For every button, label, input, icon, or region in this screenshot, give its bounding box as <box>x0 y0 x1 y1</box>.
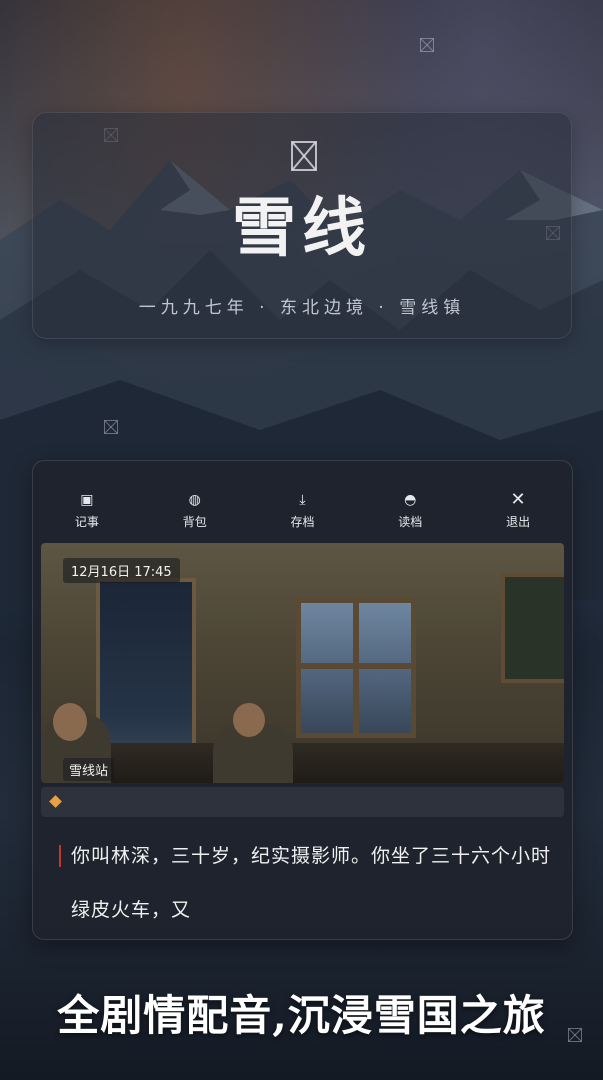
notebook-icon: ▣ <box>80 492 94 508</box>
scene-window <box>296 598 416 738</box>
crossed-box-icon <box>291 141 317 171</box>
close-icon: ✕ <box>510 489 526 510</box>
scene-timestamp: 12月16日 17:45 <box>63 558 180 583</box>
game-subtitle: 一九九七年 · 东北边境 · 雪线镇 <box>138 298 466 318</box>
dialogue-box[interactable]: 你叫林深，三十岁，纪实摄影师。你坐了三十六个小时绿皮火车，又 <box>41 831 564 931</box>
tool-label: 背包 <box>182 515 207 529</box>
tool-label: 存档 <box>290 515 315 529</box>
diamond-icon <box>49 795 62 808</box>
notebook-button[interactable]: ▣ 记事 <box>33 491 141 537</box>
scene-floor <box>41 743 564 783</box>
game-panel: ▣ 记事 ◍ 背包 ⤓ 存档 ◓ 读档 ✕ 退出 12月16日 17:45 雪线… <box>32 460 573 940</box>
save-button[interactable]: ⤓ 存档 <box>249 491 357 537</box>
app-screen: 雪线 一九九七年 · 东北边境 · 雪线镇 ▣ 记事 ◍ 背包 ⤓ 存档 ◓ 读… <box>0 0 603 1080</box>
deco-x-icon <box>104 420 118 434</box>
save-download-icon: ⤓ <box>299 492 306 508</box>
tool-label: 退出 <box>506 515 531 529</box>
toolbar: ▣ 记事 ◍ 背包 ⤓ 存档 ◓ 读档 ✕ 退出 <box>33 491 572 537</box>
promo-tagline: 全剧情配音,沉浸雪国之旅 <box>57 991 546 1040</box>
scene-person-head <box>233 703 265 737</box>
deco-x-icon <box>420 38 434 52</box>
dialogue-marker <box>59 845 61 867</box>
speaker-name-bar <box>41 787 564 817</box>
tool-label: 读档 <box>398 515 423 529</box>
scene-person-head <box>53 703 87 741</box>
scene-location: 雪线站 <box>63 758 115 781</box>
tool-label: 记事 <box>74 515 99 529</box>
load-icon: ◓ <box>404 492 417 508</box>
title-panel: 雪线 一九九七年 · 东北边境 · 雪线镇 <box>32 112 572 339</box>
backpack-icon: ◍ <box>188 492 201 508</box>
backpack-button[interactable]: ◍ 背包 <box>141 491 249 537</box>
load-button[interactable]: ◓ 读档 <box>356 491 464 537</box>
scene-schedule-board <box>501 573 564 683</box>
game-title: 雪线 <box>232 191 372 266</box>
exit-button[interactable]: ✕ 退出 <box>464 491 572 537</box>
dialogue-text: 你叫林深，三十岁，纪实摄影师。你坐了三十六个小时绿皮火车，又 <box>71 845 552 921</box>
scene-image: 12月16日 17:45 雪线站 <box>41 543 564 783</box>
